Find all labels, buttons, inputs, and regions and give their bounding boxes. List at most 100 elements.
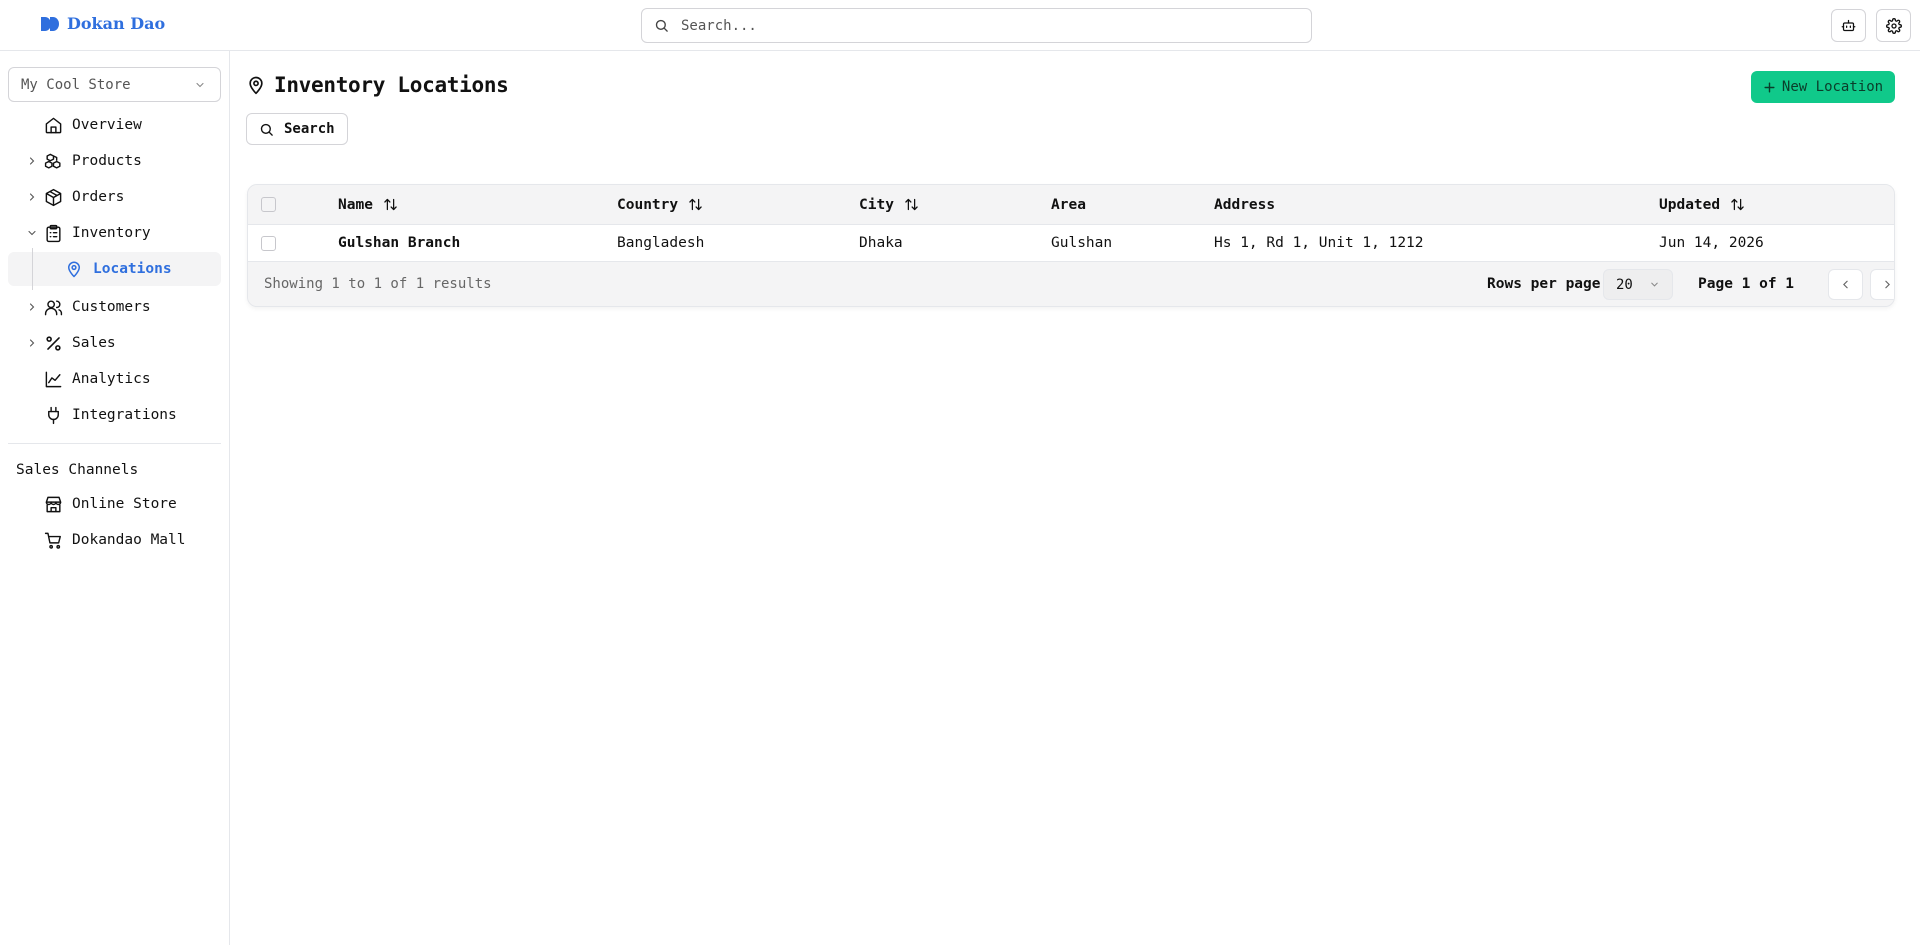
table-footer: Showing 1 to 1 of 1 results Rows per pag… — [248, 263, 1894, 306]
store-selector[interactable]: My Cool Store — [8, 67, 221, 102]
column-label: Address — [1214, 196, 1276, 213]
gear-icon — [1885, 17, 1902, 34]
row-select-cell — [261, 225, 276, 261]
page-title: Inventory Locations — [274, 73, 509, 97]
sort-icon[interactable] — [904, 197, 919, 212]
sidebar-item-dokandao-mall[interactable]: Dokandao Mall — [0, 522, 229, 558]
boxes-icon — [44, 153, 61, 169]
sort-icon[interactable] — [688, 197, 703, 212]
submenu-guide-line — [32, 248, 33, 290]
column-header-name[interactable]: Name — [338, 185, 398, 224]
main-content: Inventory Locations New Location Search … — [231, 51, 1920, 945]
sidebar-item-label: Integrations — [72, 407, 177, 423]
sidebar-item-label: Inventory — [72, 225, 151, 241]
map-pin-icon — [68, 261, 80, 278]
cart-icon — [44, 532, 61, 549]
sidebar-item-label: Customers — [72, 299, 151, 315]
rows-per-page-label: Rows per page — [1487, 276, 1601, 292]
cell-city: Dhaka — [859, 235, 903, 251]
search-icon — [655, 19, 668, 32]
rows-per-page-select[interactable]: 20 — [1603, 269, 1673, 300]
sidebar-item-locations[interactable]: Locations — [8, 248, 221, 290]
plug-icon — [48, 406, 59, 425]
sidebar-item-label: Dokandao Mall — [72, 532, 186, 548]
cell-country: Bangladesh — [617, 235, 705, 251]
sort-icon[interactable] — [1730, 197, 1745, 212]
sidebar-item-customers[interactable]: Customers — [0, 289, 229, 325]
plus-icon — [1764, 81, 1775, 93]
sidebar-item-online-store[interactable]: Online Store — [0, 486, 229, 522]
sidebar-item-analytics[interactable]: Analytics — [0, 361, 229, 397]
chevron-left-icon — [1843, 280, 1848, 289]
table-header: Name Country City Area Address Updated — [248, 185, 1894, 225]
search-button-label: Search — [284, 121, 335, 137]
robot-icon — [1841, 19, 1856, 32]
previous-page-button[interactable] — [1828, 269, 1863, 300]
users-icon — [44, 300, 63, 316]
new-location-label: New Location — [1781, 79, 1884, 95]
sort-icon[interactable] — [383, 197, 398, 212]
page-header: Inventory Locations — [246, 73, 509, 97]
column-label: City — [859, 196, 894, 213]
chevron-down-icon — [196, 82, 204, 87]
clipboard-icon — [46, 224, 61, 243]
column-header-updated[interactable]: Updated — [1659, 185, 1745, 224]
sidebar-item-orders[interactable]: Orders — [0, 179, 229, 215]
rows-per-page-value: 20 — [1616, 276, 1633, 293]
store-icon — [45, 496, 62, 513]
sidebar-item-inventory[interactable]: Inventory — [0, 215, 229, 251]
chevron-down-icon — [28, 230, 36, 236]
sidebar-item-label: Products — [72, 153, 142, 169]
select-all-checkbox[interactable] — [261, 197, 276, 212]
sidebar-item-label: Online Store — [72, 496, 177, 512]
page-indicator: Page 1 of 1 — [1698, 276, 1795, 292]
sidebar-divider — [8, 443, 221, 444]
top-bar: Dokan Dao — [0, 0, 1920, 51]
sales-channels-heading: Sales Channels — [16, 462, 139, 478]
chevron-down-icon — [1651, 282, 1658, 287]
chevron-right-icon — [29, 303, 35, 311]
sidebar-item-products[interactable]: Products — [0, 143, 229, 179]
chevron-right-icon — [29, 157, 35, 165]
package-icon — [45, 188, 62, 207]
global-search[interactable] — [641, 8, 1312, 43]
column-header-address: Address — [1214, 185, 1275, 224]
sidebar-item-label: Analytics — [72, 371, 151, 387]
chevron-right-icon — [29, 193, 35, 201]
sidebar-item-label: Orders — [72, 189, 125, 205]
cell-name[interactable]: Gulshan Branch — [338, 225, 460, 261]
column-label: Area — [1051, 196, 1086, 213]
search-button[interactable]: Search — [246, 113, 348, 145]
sidebar-item-label: Sales — [72, 335, 116, 351]
search-icon — [260, 123, 273, 136]
cell-updated: Jun 14, 2026 — [1659, 235, 1764, 251]
store-name: My Cool Store — [21, 76, 131, 93]
next-page-button[interactable] — [1870, 269, 1894, 300]
map-pin-icon — [249, 76, 263, 95]
sidebar-item-integrations[interactable]: Integrations — [0, 397, 229, 433]
sidebar-item-sales[interactable]: Sales — [0, 325, 229, 361]
logo-icon — [41, 16, 59, 31]
sidebar-item-label: Overview — [72, 117, 142, 133]
chevron-right-icon — [29, 339, 35, 347]
line-chart-icon — [45, 371, 62, 388]
column-header-area: Area — [1051, 185, 1086, 224]
brand-logo[interactable]: Dokan Dao — [40, 14, 165, 33]
sidebar-item-overview[interactable]: Overview — [0, 107, 229, 143]
column-header-country[interactable]: Country — [617, 185, 703, 224]
results-summary: Showing 1 to 1 of 1 results — [264, 276, 492, 292]
table-row[interactable]: Gulshan Branch Bangladesh Dhaka Gulshan … — [248, 225, 1894, 262]
brand-name: Dokan Dao — [67, 14, 166, 33]
row-checkbox[interactable] — [261, 235, 276, 251]
column-header-city[interactable]: City — [859, 185, 919, 224]
chevron-right-icon — [1885, 280, 1890, 289]
home-icon — [45, 117, 62, 134]
cell-area: Gulshan — [1051, 235, 1113, 251]
assistant-button[interactable] — [1831, 9, 1866, 42]
percent-icon — [46, 336, 61, 351]
new-location-button[interactable]: New Location — [1751, 71, 1895, 103]
sidebar: My Cool Store Overview Products Orders I… — [0, 51, 230, 945]
column-label: Updated — [1659, 196, 1721, 213]
global-search-input[interactable] — [681, 17, 1281, 34]
settings-button[interactable] — [1876, 9, 1911, 42]
